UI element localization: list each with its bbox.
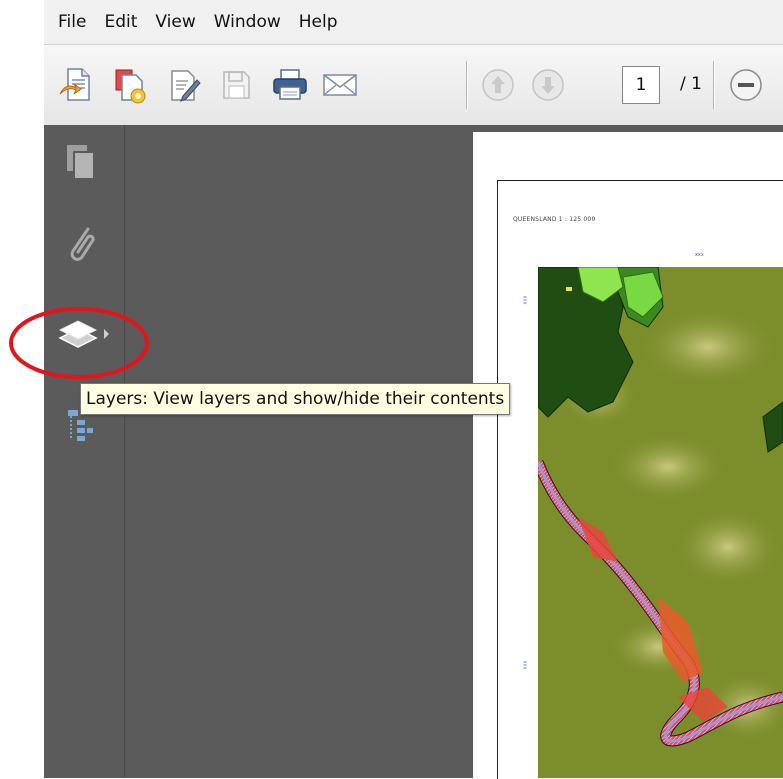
convert-icon bbox=[115, 69, 146, 104]
create-icon bbox=[59, 68, 90, 101]
document-view[interactable]: QUEENSLAND 1 : 125 000 xxx xxx xxx bbox=[125, 125, 783, 779]
layers-tooltip: Layers: View layers and show/hide their … bbox=[80, 383, 511, 415]
page-down-icon bbox=[532, 69, 564, 101]
map-axis-tick: xxx bbox=[522, 660, 529, 670]
create-pdf-button[interactable] bbox=[54, 63, 98, 107]
email-icon bbox=[323, 74, 357, 96]
menu-view[interactable]: View bbox=[146, 0, 204, 44]
page-thumbnails-button[interactable] bbox=[56, 137, 106, 187]
edit-pdf-button[interactable] bbox=[162, 63, 206, 107]
pages-icon bbox=[67, 145, 95, 180]
toolbar-separator bbox=[466, 61, 467, 109]
menu-bar: File Edit View Window Help bbox=[44, 0, 783, 44]
attachments-button[interactable] bbox=[56, 219, 106, 269]
map-axis-tick: xxx bbox=[522, 295, 529, 305]
map-title: QUEENSLAND 1 : 125 000 bbox=[513, 216, 596, 223]
menu-file[interactable]: File bbox=[44, 0, 95, 44]
previous-page-button[interactable] bbox=[476, 63, 520, 107]
page-up-icon bbox=[482, 69, 514, 101]
page-number-input[interactable] bbox=[622, 66, 660, 104]
zoom-out-icon bbox=[730, 69, 762, 101]
email-button[interactable] bbox=[318, 63, 362, 107]
zoom-out-button[interactable] bbox=[724, 63, 768, 107]
toolbar: / 1 bbox=[44, 44, 783, 126]
print-button[interactable] bbox=[268, 63, 312, 107]
outside-window-area bbox=[0, 0, 44, 778]
page-total-label: / 1 bbox=[680, 74, 702, 94]
print-icon bbox=[273, 69, 307, 100]
save-icon bbox=[223, 71, 250, 99]
edit-icon bbox=[171, 70, 201, 102]
attachments-icon bbox=[70, 227, 95, 261]
menu-help[interactable]: Help bbox=[290, 0, 347, 44]
save-button[interactable] bbox=[214, 63, 258, 107]
map-image bbox=[538, 267, 783, 778]
toolbar-separator bbox=[713, 61, 714, 109]
highlight-ring bbox=[9, 307, 149, 379]
menu-edit[interactable]: Edit bbox=[95, 0, 146, 44]
map-axis-tick: xxx bbox=[695, 252, 704, 258]
navigation-pane bbox=[44, 125, 125, 778]
menu-window[interactable]: Window bbox=[205, 0, 290, 44]
pdf-page: QUEENSLAND 1 : 125 000 xxx xxx xxx bbox=[473, 132, 783, 779]
combine-button[interactable] bbox=[108, 63, 152, 107]
next-page-button[interactable] bbox=[526, 63, 570, 107]
